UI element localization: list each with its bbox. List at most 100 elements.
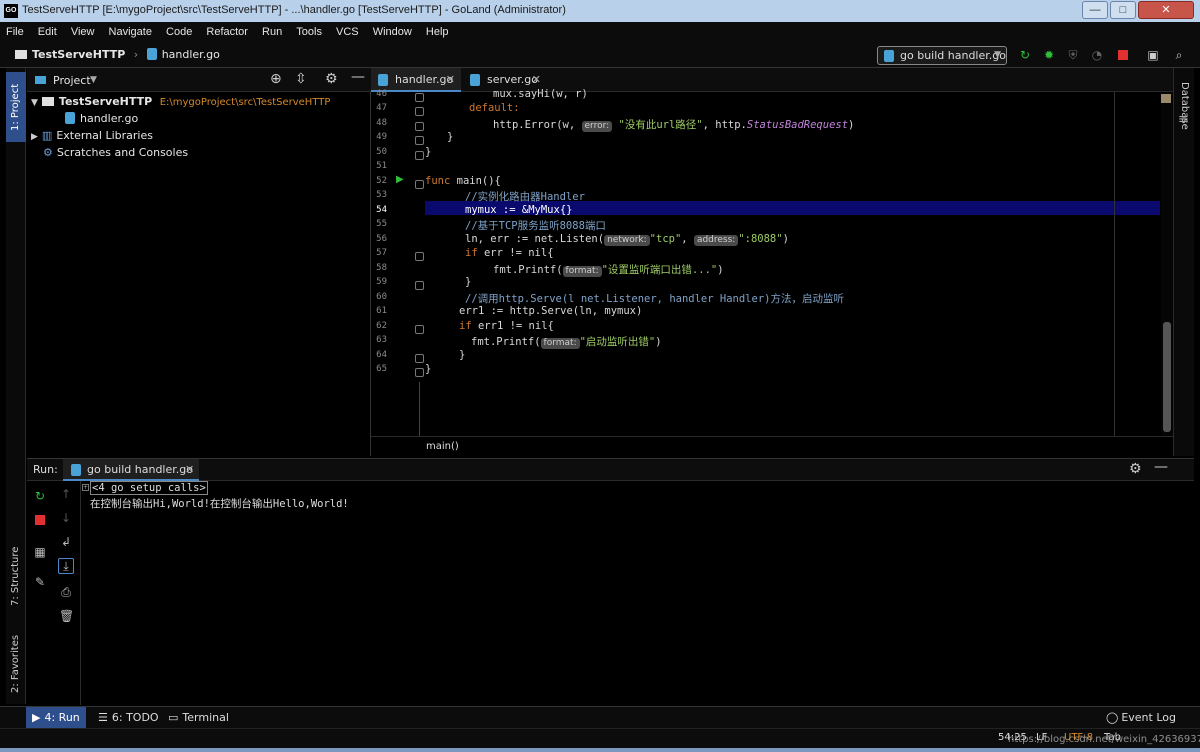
gear-icon[interactable]: ⚙ (1129, 461, 1142, 477)
code-text: http.Error(w, (493, 119, 582, 131)
close-tab-icon[interactable]: ✕ (446, 68, 455, 92)
run-tool-window: Run: go build handler.go ✕ ⚙ — ↻ ▦ ✎ ↑ ↓… (27, 458, 1194, 705)
pin-icon[interactable]: ✎ (33, 575, 47, 589)
stop-icon[interactable] (33, 513, 47, 527)
code-line-58: fmt.Printf(format: "设置监听端口出错...") (493, 262, 724, 277)
fold-marker[interactable] (415, 122, 424, 131)
editor-scrollbar-thumb[interactable] (1163, 322, 1171, 432)
code-constant: StatusBadRequest (746, 119, 849, 131)
breadcrumb-project[interactable]: TestServeHTTP (32, 48, 125, 61)
trash-icon[interactable]: 🗑 (59, 609, 74, 623)
tab-run[interactable]: ▶ 4: Run (26, 707, 86, 729)
close-tab-icon[interactable]: ✕ (185, 463, 194, 476)
tab-terminal-label: Terminal (182, 711, 229, 724)
fold-marker[interactable] (415, 252, 424, 261)
stop-icon[interactable] (1116, 48, 1130, 62)
scroll-to-end-icon[interactable]: ⤓ (58, 558, 74, 574)
run-gutter-icon[interactable]: ▶ (396, 174, 404, 185)
print-icon[interactable]: ⎙ (59, 585, 73, 599)
menu-edit[interactable]: Edit (36, 22, 59, 42)
tree-external-libraries-row[interactable]: ▶ ▥ External Libraries (31, 129, 153, 142)
chevron-down-icon[interactable]: ▼ (90, 75, 97, 85)
library-icon: ▥ (41, 129, 53, 142)
editor-tabs: handler.go ✕ server.go ✕ (371, 68, 1173, 92)
tree-scratches-row[interactable]: ⚙ Scratches and Consoles (43, 146, 188, 159)
arrow-up-icon[interactable]: ↑ (59, 487, 73, 501)
tab-event-log-label: Event Log (1121, 711, 1176, 724)
tab-database[interactable]: Database (1174, 74, 1195, 138)
fold-guide (419, 382, 420, 436)
function-breadcrumb[interactable]: main() (426, 441, 459, 452)
locate-target-icon[interactable]: ⊕ (270, 71, 282, 87)
fold-marker[interactable] (415, 180, 424, 189)
menu-file[interactable]: File (4, 22, 26, 42)
menu-view[interactable]: View (69, 22, 97, 42)
fold-marker[interactable] (415, 136, 424, 145)
maximize-button[interactable]: □ (1110, 1, 1136, 19)
tab-project[interactable]: 1: Project (6, 72, 26, 142)
fold-marker[interactable] (415, 354, 424, 363)
layout-icon[interactable]: ▦ (33, 545, 47, 559)
inspection-indicator[interactable] (1161, 94, 1171, 103)
soft-wrap-icon[interactable]: ↲ (59, 535, 73, 549)
tab-todo[interactable]: ☰ 6: TODO (92, 707, 165, 729)
fold-marker[interactable] (415, 281, 424, 290)
tab-event-log[interactable]: ◯ Event Log (1100, 707, 1182, 729)
fold-marker[interactable] (415, 107, 424, 116)
menu-refactor[interactable]: Refactor (204, 22, 250, 42)
console-output-line: 在控制台输出Hi,World!在控制台输出Hello,World! (90, 498, 349, 510)
breadcrumb-file[interactable]: handler.go (162, 48, 220, 61)
profile-icon[interactable]: ◔ (1090, 48, 1104, 62)
coverage-icon[interactable]: ⛨ (1066, 48, 1080, 62)
tree-root-row[interactable]: ▼ TestServeHTTP E:\mygoProject\src\TestSe… (31, 95, 330, 108)
run-configuration-selector[interactable]: go build handler.go ▼ (877, 46, 1007, 65)
gear-icon[interactable]: ⚙ (325, 71, 338, 87)
arrow-down-icon[interactable]: ↓ (59, 511, 73, 525)
code-line-55: //基于TCP服务监听8088端口 (465, 220, 606, 232)
code-line-54: mymux := &MyMux{} (465, 204, 573, 216)
search-everywhere-icon[interactable]: ⌕ (1172, 48, 1186, 62)
menu-lines-icon[interactable]: ≡ (1178, 112, 1189, 127)
code-text: ) (782, 233, 789, 245)
tab-favorites[interactable]: 2: Favorites (6, 628, 26, 700)
line-number: 59 (376, 277, 387, 287)
collapse-all-icon[interactable]: ⇳ (295, 71, 307, 87)
code-editor: handler.go ✕ server.go ✕ 46 47 48 49 50 … (371, 68, 1173, 456)
fold-marker[interactable] (415, 325, 424, 334)
right-tool-strip: Database ≡ (1173, 68, 1194, 456)
project-structure-icon[interactable]: ▣ (1146, 48, 1160, 62)
code-line-46: mux.sayHi(w, r) (493, 88, 588, 100)
close-button[interactable]: ✕ (1138, 1, 1194, 19)
rerun-icon[interactable]: ↻ (1018, 48, 1032, 62)
param-hint: address: (693, 235, 739, 246)
minimize-button[interactable]: — (1082, 1, 1108, 19)
hide-panel-icon[interactable]: — (1154, 459, 1168, 475)
fold-marker[interactable] (415, 368, 424, 377)
fold-marker[interactable]: + (82, 484, 89, 491)
line-number: 52 (376, 176, 387, 186)
menu-window[interactable]: Window (371, 22, 414, 42)
tree-file-row[interactable]: handler.go (65, 112, 138, 125)
hide-panel-icon[interactable]: — (351, 69, 365, 85)
code-line-47: default: (469, 102, 520, 114)
expand-down-icon[interactable]: ▼ (31, 98, 38, 108)
menu-vcs[interactable]: VCS (334, 22, 361, 42)
debug-bug-icon[interactable]: ✹ (1042, 48, 1056, 62)
expand-right-icon[interactable]: ▶ (31, 132, 38, 142)
menu-help[interactable]: Help (424, 22, 451, 42)
fold-marker[interactable] (415, 93, 424, 102)
run-tab-label: go build handler.go (87, 463, 193, 476)
tab-terminal[interactable]: ▭ Terminal (162, 707, 235, 729)
menu-tools[interactable]: Tools (294, 22, 324, 42)
menu-navigate[interactable]: Navigate (107, 22, 154, 42)
menu-run[interactable]: Run (260, 22, 284, 42)
tree-root-name: TestServeHTTP (58, 95, 153, 108)
tab-structure[interactable]: 7: Structure (6, 540, 26, 612)
project-panel-title[interactable]: Project (53, 74, 91, 87)
rerun-icon[interactable]: ↻ (33, 489, 47, 503)
run-tab[interactable]: go build handler.go ✕ (63, 459, 199, 481)
menu-code[interactable]: Code (164, 22, 194, 42)
code-line-65: } (425, 363, 432, 375)
run-toolbar-divider (80, 481, 81, 705)
fold-marker[interactable] (415, 151, 424, 160)
